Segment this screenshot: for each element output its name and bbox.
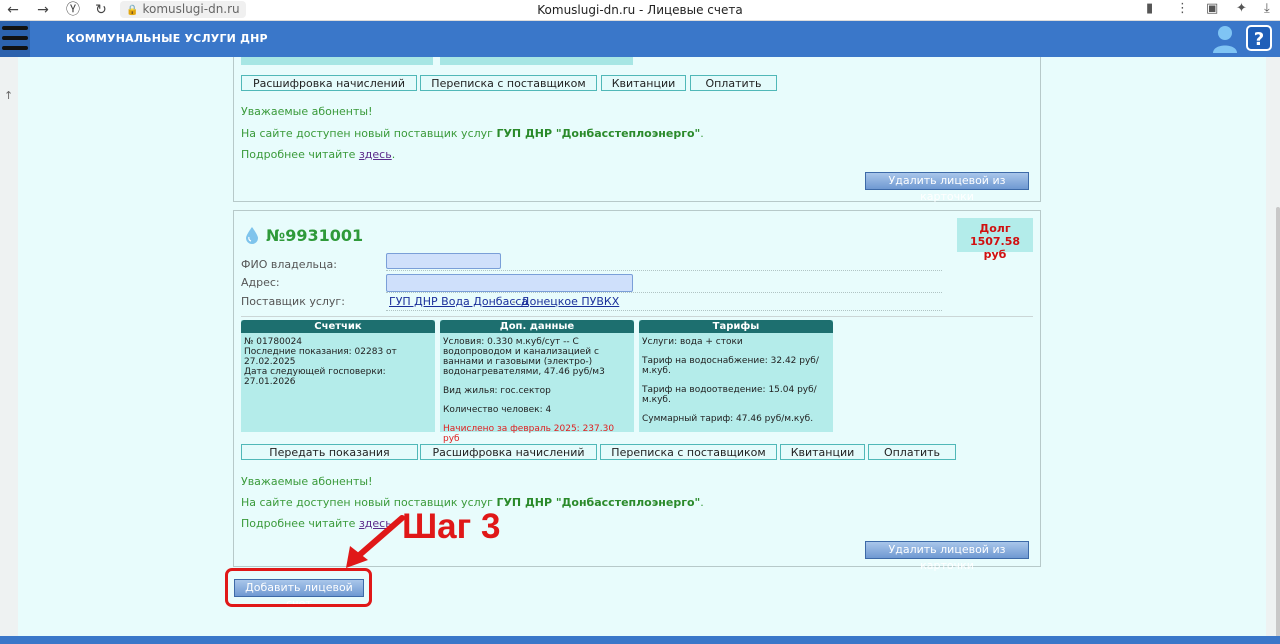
remove-account-button[interactable]: Удалить лицевой из карточки <box>865 172 1029 203</box>
extra-conditions: Условия: 0.330 м.куб/сут -- С водопровод… <box>443 337 605 377</box>
notice-dot: . <box>391 148 396 161</box>
forward-icon[interactable]: → <box>34 1 52 19</box>
address-field <box>386 274 633 292</box>
notice-dot: . <box>700 127 704 140</box>
url-text: komuslugi-dn.ru <box>142 2 240 16</box>
meter-panel: Счетчик № 01780024 Последние показания: … <box>241 320 435 432</box>
notice-provider: ГУП ДНР "Донбасстеплоэнерго" <box>496 127 701 140</box>
address-bar[interactable]: 🔒 komuslugi-dn.ru <box>120 1 246 18</box>
extra-accrued: Начислено за февраль 2025: 237.30 руб <box>443 424 615 444</box>
highlight-box <box>225 568 372 607</box>
supplier-correspondence-button[interactable]: Переписка с поставщиком <box>420 75 597 91</box>
notice-text: На сайте доступен новый поставщик услуг … <box>241 127 704 140</box>
reload-icon[interactable]: ↻ <box>92 1 110 19</box>
account-number: №9931001 <box>266 226 364 245</box>
up-arrow-icon[interactable]: ↑ <box>4 89 13 102</box>
tariff-water-supply: Тариф на водоснабжение: 32.42 руб/м.куб. <box>642 356 819 376</box>
debt-label: Долг <box>979 222 1011 235</box>
meter-next-check: Дата следующей госповерки: 27.01.2026 <box>244 367 386 387</box>
tariffs-panel-title: Тарифы <box>639 320 833 333</box>
remove-account-button[interactable]: Удалить лицевой из карточки <box>865 541 1029 572</box>
extra-data-panel: Доп. данные Условия: 0.330 м.куб/сут -- … <box>440 320 634 444</box>
translate-icon[interactable]: ✦ <box>1236 1 1247 16</box>
browser-page-title: Komuslugi-dn.ru - Лицевые счета <box>537 3 743 17</box>
charges-breakdown-button[interactable]: Расшифровка начислений <box>420 444 597 460</box>
notice-provider: ГУП ДНР "Донбасстеплоэнерго" <box>496 496 701 509</box>
tariff-water-disposal: Тариф на водоотведение: 15.04 руб/м.куб. <box>642 385 817 405</box>
notice-text-body: На сайте доступен новый поставщик услуг <box>241 127 493 140</box>
tariffs-panel: Тарифы Услуги: вода + стоки Тариф на вод… <box>639 320 833 432</box>
notice-dot: . <box>700 496 704 509</box>
owner-label: ФИО владельца: <box>241 258 337 271</box>
meter-last-reading: Последние показания: 02283 от 27.02.2025 <box>244 347 397 367</box>
user-icon[interactable] <box>1212 25 1238 53</box>
provider-label: Поставщик услуг: <box>241 295 345 308</box>
receipts-button[interactable]: Квитанции <box>601 75 686 91</box>
owner-field <box>386 253 501 269</box>
provider-branch-link[interactable]: Донецкое ПУВКХ <box>521 295 619 308</box>
menu-dots-icon[interactable]: ⋮ <box>1176 1 1189 16</box>
hamburger-menu-icon[interactable] <box>0 21 30 57</box>
meter-panel-title: Счетчик <box>241 320 435 333</box>
debt-badge: Долг 1507.58 руб <box>957 218 1033 261</box>
notice-more-text: Подробнее читайте <box>241 517 356 530</box>
scrollbar-thumb[interactable] <box>1276 207 1280 637</box>
water-drop-icon <box>246 227 258 244</box>
notice-greeting: Уважаемые абоненты! <box>241 475 373 488</box>
pay-button[interactable]: Оплатить <box>868 444 956 460</box>
app-title: КОММУНАЛЬНЫЕ УСЛУГИ ДНР <box>66 32 268 45</box>
panel-stub <box>241 57 433 65</box>
charges-breakdown-button[interactable]: Расшифровка начислений <box>241 75 417 91</box>
notice-link[interactable]: здесь <box>359 148 392 161</box>
field-divider <box>386 310 942 311</box>
notice-more: Подробнее читайте здесь. <box>241 148 395 161</box>
bookmark-icon[interactable]: ▮ <box>1146 1 1153 16</box>
extension-icon[interactable]: ▣ <box>1206 1 1218 16</box>
address-label: Адрес: <box>241 276 280 289</box>
debt-value: 1507.58 руб <box>969 235 1021 261</box>
notice-greeting: Уважаемые абоненты! <box>241 105 373 118</box>
app-header: КОММУНАЛЬНЫЕ УСЛУГИ ДНР ? <box>0 21 1280 57</box>
notice-more-text: Подробнее читайте <box>241 148 356 161</box>
lock-icon: 🔒 <box>126 5 139 16</box>
arrow-icon <box>346 515 405 568</box>
provider-separator: - <box>512 295 516 308</box>
provider-name-link[interactable]: ГУП ДНР Вода Донбасса <box>389 295 528 308</box>
extra-people: Количество человек: 4 <box>443 405 552 415</box>
supplier-correspondence-button[interactable]: Переписка с поставщиком <box>600 444 777 460</box>
field-divider <box>386 270 942 271</box>
step-label: Шаг 3 <box>402 507 501 546</box>
field-divider <box>386 292 942 293</box>
panel-stub <box>440 57 633 65</box>
scrollbar[interactable] <box>1266 57 1280 637</box>
back-icon[interactable]: ← <box>4 1 22 19</box>
tariff-services: Услуги: вода + стоки <box>642 337 743 347</box>
extra-housing: Вид жилья: гос.сектор <box>443 386 551 396</box>
meter-number: № 01780024 <box>244 337 303 347</box>
help-icon[interactable]: ? <box>1246 25 1272 51</box>
browser-toolbar: ← → Ⓨ ↻ 🔒 komuslugi-dn.ru Komuslugi-dn.ru… <box>0 0 1280 21</box>
bottom-bar <box>0 636 1280 644</box>
yandex-icon[interactable]: Ⓨ <box>64 1 82 19</box>
submit-readings-button[interactable]: Передать показания <box>241 444 418 460</box>
tariff-total: Суммарный тариф: 47.46 руб/м.куб. <box>642 414 814 424</box>
left-gutter: ↑ <box>0 57 18 637</box>
download-icon[interactable]: ⤓ <box>1264 1 1270 16</box>
receipts-button[interactable]: Квитанции <box>780 444 865 460</box>
section-divider <box>241 316 1033 317</box>
pay-button[interactable]: Оплатить <box>690 75 777 91</box>
extra-panel-title: Доп. данные <box>440 320 634 333</box>
